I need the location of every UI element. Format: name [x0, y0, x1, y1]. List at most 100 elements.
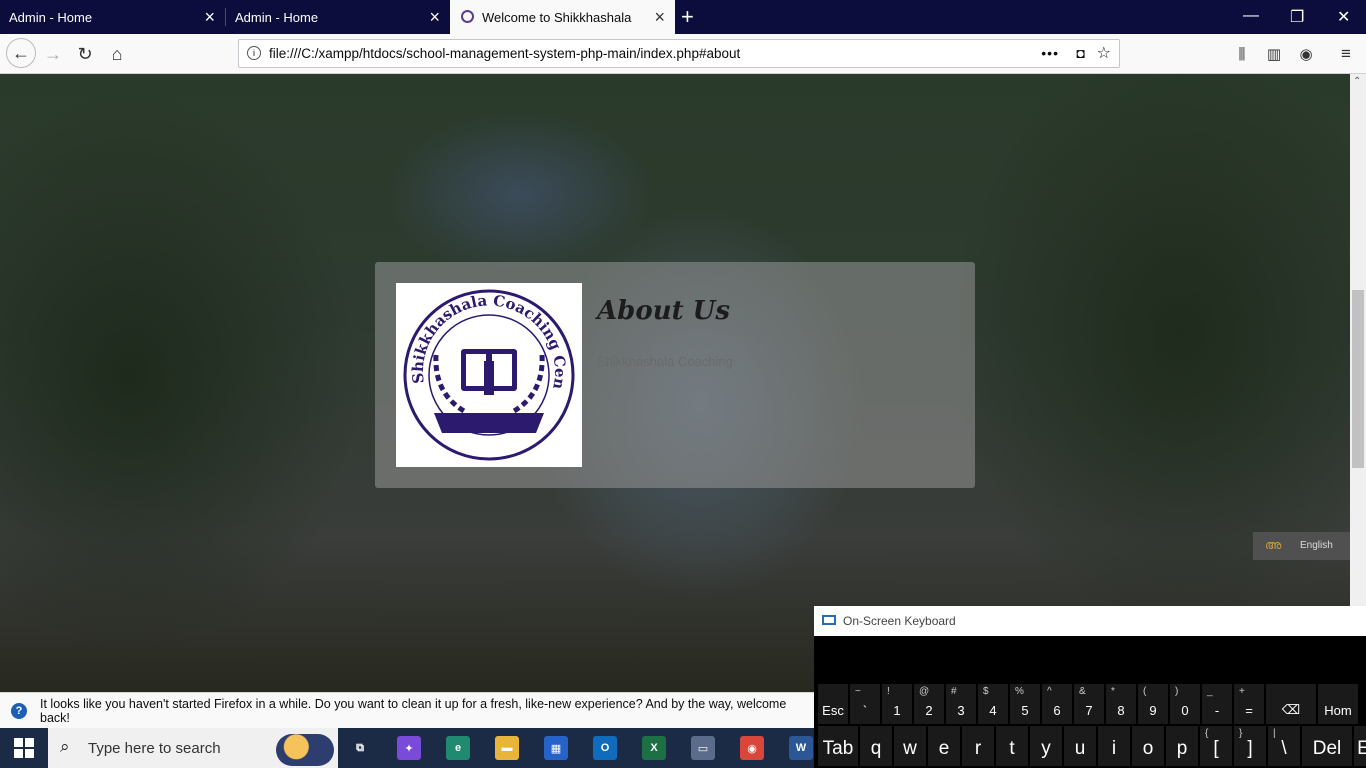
osk-key-9[interactable]: (9: [1138, 684, 1168, 724]
forward-button-icon[interactable]: →: [40, 41, 66, 67]
osk-key-shift-label: ~: [855, 686, 861, 697]
osk-key-shift-label: ^: [1047, 686, 1052, 697]
osk-key-shift-label: *: [1111, 686, 1115, 697]
osk-key-label: r: [974, 738, 982, 759]
tab-bar: Admin - Home × Admin - Home × Welcome to…: [0, 0, 1366, 34]
new-tab-icon[interactable]: +: [681, 4, 694, 30]
osk-key-5[interactable]: % 5: [1010, 684, 1040, 724]
address-bar[interactable]: i file:///C:/xampp/htdocs/school-managem…: [238, 39, 1120, 68]
osk-key-shift-label: !: [887, 686, 890, 697]
coaching-logo: Shikkhashala Coaching Centre: [391, 269, 582, 467]
osk-key-3[interactable]: #3: [946, 684, 976, 724]
osk-key-key14[interactable]: Del: [1302, 726, 1352, 766]
windows-start-icon[interactable]: [14, 738, 34, 758]
info-icon[interactable]: i: [247, 46, 261, 60]
tab-welcome[interactable]: Welcome to Shikkhashala ×: [450, 0, 675, 34]
osk-key-4[interactable]: $4: [978, 684, 1008, 724]
menu-icon[interactable]: ≡: [1333, 41, 1359, 67]
osk-key-2[interactable]: @2: [914, 684, 944, 724]
site-favicon-icon: [461, 10, 474, 23]
notification-text: It looks like you haven't started Firefo…: [40, 696, 787, 725]
minimize-icon[interactable]: —: [1243, 7, 1259, 25]
about-text: Shikkhashala Coaching: [597, 354, 733, 369]
network-icon[interactable]: ▭: [691, 736, 715, 760]
osk-key-7[interactable]: & 7: [1074, 684, 1104, 724]
home-icon[interactable]: ⌂: [104, 41, 130, 67]
osk-key-key15[interactable]: End: [1354, 726, 1366, 766]
osk-key-u[interactable]: u: [1064, 726, 1096, 766]
taskbar-search-box[interactable]: ⌕ Type here to search: [48, 728, 338, 768]
osk-key-key14[interactable]: ⌫: [1266, 684, 1316, 724]
outlook-icon[interactable]: O: [593, 736, 617, 760]
osk-key-y[interactable]: y: [1030, 726, 1062, 766]
excel-icon[interactable]: X: [642, 736, 666, 760]
copilot-icon[interactable]: ✦: [397, 736, 421, 760]
osk-key-key0[interactable]: Esc: [818, 684, 848, 724]
close-window-icon[interactable]: ✕: [1337, 7, 1350, 27]
chrome-icon[interactable]: ◉: [740, 736, 764, 760]
osk-key-shift-label: (: [1143, 686, 1147, 697]
osk-key-1[interactable]: ! 1: [882, 684, 912, 724]
osk-key-label: 9: [1149, 703, 1157, 718]
page-actions-icon[interactable]: •••: [1041, 45, 1059, 61]
close-tab-icon[interactable]: ×: [654, 8, 665, 26]
osk-key-o[interactable]: o: [1132, 726, 1164, 766]
osk-key-e[interactable]: e: [928, 726, 960, 766]
bookmark-star-icon[interactable]: ☆: [1097, 43, 1111, 63]
osk-key-shift-label: +: [1239, 686, 1245, 697]
osk-key-8[interactable]: * 8: [1106, 684, 1136, 724]
word-icon[interactable]: W: [789, 736, 813, 760]
file-explorer-icon[interactable]: ▬: [495, 736, 519, 760]
osk-key-6[interactable]: ^ 6: [1042, 684, 1072, 724]
osk-key-key11[interactable]: {[: [1200, 726, 1232, 766]
library-icon[interactable]: ⫼: [1229, 41, 1255, 67]
url-text[interactable]: file:///C:/xampp/htdocs/school-managemen…: [269, 46, 740, 61]
page-background: Shikkhashala Coaching Centre About Us Sh…: [0, 74, 1350, 692]
osk-key-key13[interactable]: | \: [1268, 726, 1300, 766]
osk-title: On-Screen Keyboard: [843, 614, 956, 628]
keyboard-icon: [822, 615, 836, 625]
osk-key-label: [: [1213, 738, 1219, 759]
store-icon[interactable]: ▦: [544, 736, 568, 760]
osk-key-label: 4: [989, 703, 997, 718]
osk-key-shift-label: $: [983, 686, 989, 697]
osk-key-0[interactable]: ) 0: [1170, 684, 1200, 724]
restore-icon[interactable]: ❐: [1290, 7, 1304, 27]
scrollbar-thumb[interactable]: [1352, 290, 1364, 468]
tab-admin-home-1[interactable]: Admin - Home ×: [0, 0, 225, 34]
reload-icon[interactable]: ↻: [72, 41, 98, 67]
about-card: Shikkhashala Coaching Centre About Us Sh…: [375, 262, 975, 488]
osk-key-i[interactable]: i: [1098, 726, 1130, 766]
account-icon[interactable]: ◉: [1293, 41, 1319, 67]
search-highlight-image: [276, 734, 334, 766]
osk-key-w[interactable]: w: [894, 726, 926, 766]
sidebar-icon[interactable]: ▥: [1261, 41, 1287, 67]
osk-key-q[interactable]: q: [860, 726, 892, 766]
osk-key-shift-label: ): [1175, 686, 1179, 697]
osk-key-key12[interactable]: }]: [1234, 726, 1266, 766]
osk-key-t[interactable]: t: [996, 726, 1028, 766]
close-tab-icon[interactable]: ×: [429, 8, 440, 26]
osk-key-shift-label: {: [1205, 728, 1209, 739]
osk-key-label: w: [903, 738, 917, 759]
osk-key-label: Hom: [1324, 703, 1352, 718]
pocket-icon[interactable]: ◘: [1077, 45, 1085, 61]
osk-key-key13[interactable]: + =: [1234, 684, 1264, 724]
language-widget[interactable]: അ English: [1253, 532, 1350, 560]
scroll-up-icon[interactable]: ⌃: [1353, 76, 1361, 87]
back-button-icon[interactable]: ←: [6, 38, 36, 68]
edge-icon[interactable]: e: [446, 736, 470, 760]
close-tab-icon[interactable]: ×: [204, 8, 215, 26]
tab-admin-home-2[interactable]: Admin - Home ×: [226, 0, 450, 34]
osk-key-r[interactable]: r: [962, 726, 994, 766]
osk-key-key15[interactable]: Hom: [1318, 684, 1358, 724]
question-icon: ?: [11, 703, 27, 719]
osk-key-key12[interactable]: _ -: [1202, 684, 1232, 724]
osk-key-shift-label: #: [951, 686, 957, 697]
osk-key-key1[interactable]: ~ `: [850, 684, 880, 724]
osk-key-label: 6: [1053, 703, 1061, 718]
osk-key-key0[interactable]: Tab: [818, 726, 858, 766]
task-view-icon[interactable]: ⧉: [348, 736, 372, 760]
osk-key-p[interactable]: p: [1166, 726, 1198, 766]
osk-key-label: \: [1281, 738, 1287, 759]
